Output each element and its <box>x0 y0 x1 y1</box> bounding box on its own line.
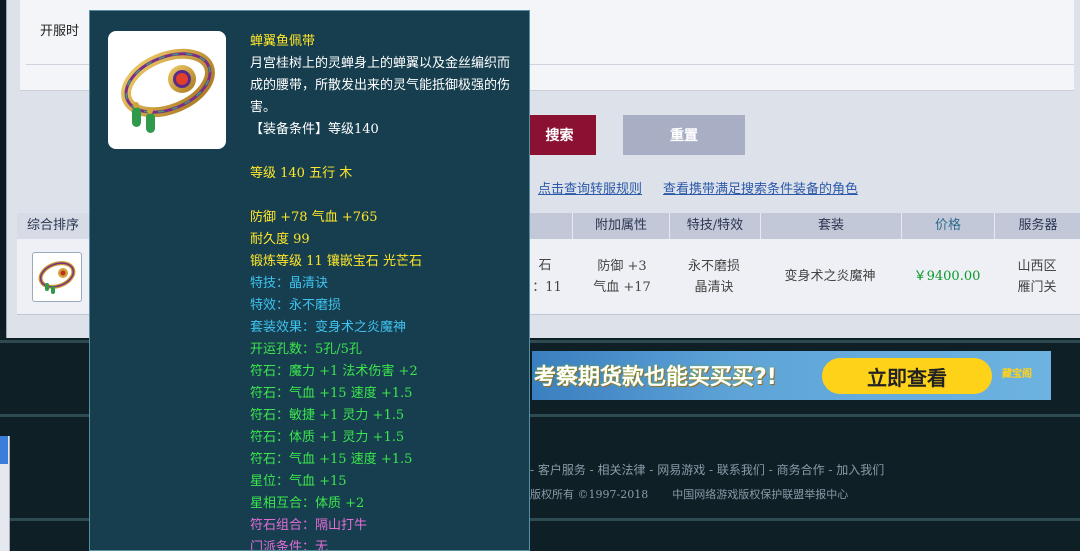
server-header: 服务器 <box>994 213 1080 239</box>
belt-icon <box>121 48 215 133</box>
price-cell: ￥9400.00 <box>913 269 981 284</box>
item-level: 等级 140 五行 木 <box>250 166 353 181</box>
skill-header: 特技/特效 <box>669 213 760 239</box>
skill-cell: 永不磨损 <box>687 259 740 274</box>
rune-line: 符石：气血 +15 速度 +1.5 <box>250 386 413 401</box>
set-header: 套装 <box>760 213 901 239</box>
extra-attr-cell: 气血 +17 <box>593 280 651 295</box>
server-name-cell: 雁门关 <box>1017 280 1057 295</box>
item-defense: 防御 +78 气血 +765 <box>250 210 378 225</box>
item-school-req: 门派条件：无 <box>250 540 329 551</box>
server-region-cell: 山西区 <box>1017 259 1057 274</box>
transfer-rules-link[interactable]: 点击查询转服规则 <box>538 178 642 197</box>
extra-attr-header: 附加属性 <box>572 213 669 239</box>
rune-line: 符石：体质 +1 灵力 +1.5 <box>250 430 405 445</box>
item-durability: 耐久度 99 <box>250 232 310 247</box>
partial-cell: ：11 <box>532 280 562 295</box>
banner-view-button[interactable]: 立即查看 <box>822 358 992 394</box>
item-description: 月宫桂树上的灵蝉身上的蝉翼以及金丝编织而成的腰带，所散发出来的灵气能抵御极强的伤… <box>250 56 511 115</box>
item-tooltip: 蝉翼鱼佩带 月宫桂树上的灵蝉身上的蝉翼以及金丝编织而成的腰带，所散发出来的灵气能… <box>89 10 530 551</box>
view-roles-link[interactable]: 查看携带满足搜索条件装备的角色 <box>663 178 858 197</box>
item-star-combo: 星相互合：体质 +2 <box>250 496 365 511</box>
copyright-text: 版权所有 ©1997-2018 <box>530 488 649 501</box>
item-image <box>108 31 226 149</box>
reset-button[interactable]: 重置 <box>623 115 745 155</box>
equip-requirement: 【装备条件】等级140 <box>250 122 379 137</box>
report-center-link[interactable]: 中国网络游戏版权保护联盟举报中心 <box>672 488 848 501</box>
side-tab[interactable] <box>0 436 8 464</box>
sort-overall-header[interactable]: 综合排序 <box>17 213 89 239</box>
price-header[interactable]: 价格 <box>901 213 994 239</box>
item-star: 星位：气血 +15 <box>250 474 347 489</box>
item-effect: 特效：永不磨损 <box>250 298 342 313</box>
tooltip-text: 蝉翼鱼佩带 月宫桂树上的灵蝉身上的蝉翼以及金丝编织而成的腰带，所散发出来的灵气能… <box>250 31 520 551</box>
item-set-effect: 套装效果：变身术之炎魔神 <box>250 320 407 335</box>
item-rune-combo: 符石组合：隔山打牛 <box>250 518 368 533</box>
item-forge: 锻炼等级 11 镶嵌宝石 光芒石 <box>250 254 422 269</box>
promo-banner[interactable]: 考察期货款也能买买买?! 立即查看 藏宝阁 <box>532 351 1051 400</box>
extra-attr-cell: 防御 +3 <box>597 259 647 274</box>
partial-cell: 石 <box>538 258 552 273</box>
item-skill: 特技：晶清诀 <box>250 276 329 291</box>
side-window <box>0 436 10 551</box>
item-holes: 开运孔数：5孔/5孔 <box>250 342 362 357</box>
open-time-label: 开服时 <box>40 24 80 39</box>
belt-thumbnail[interactable] <box>32 252 82 302</box>
effect-cell: 晶清诀 <box>694 280 734 295</box>
item-name: 蝉翼鱼佩带 <box>250 34 316 49</box>
rune-line: 符石：气血 +15 速度 +1.5 <box>250 452 413 467</box>
rune-line: 符石：魔力 +1 法术伤害 +2 <box>250 364 418 379</box>
rune-line: 符石：敏捷 +1 灵力 +1.5 <box>250 408 405 423</box>
belt-icon <box>38 261 76 294</box>
footer-copyright: 版权所有 ©1997-2018 中国网络游戏版权保护联盟举报中心 <box>530 486 848 502</box>
set-cell: 变身术之炎魔神 <box>784 269 876 284</box>
search-button[interactable]: 搜索 <box>523 115 596 155</box>
cangbaoge-logo: 藏宝阁 <box>1002 369 1032 380</box>
footer-links[interactable]: - 客户服务 - 相关法律 - 网易游戏 - 联系我们 - 商务合作 - 加入我… <box>530 461 884 478</box>
banner-text: 考察期货款也能买买买?! <box>534 365 777 390</box>
